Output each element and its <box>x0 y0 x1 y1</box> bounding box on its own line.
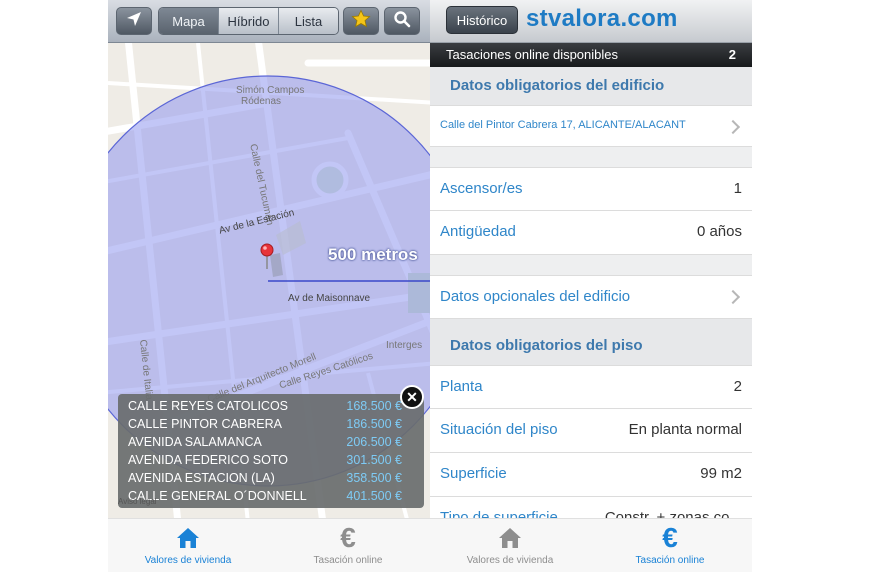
search-icon <box>393 10 411 33</box>
segment-map[interactable]: Mapa <box>159 8 218 34</box>
form-toolbar: Histórico stvalora.com <box>430 0 752 43</box>
tab-tasacion-online[interactable]: € Tasación online <box>268 519 428 572</box>
euro-icon: € <box>662 522 678 553</box>
map-toolbar: Mapa Híbrido Lista <box>108 0 430 43</box>
row-label: Ascensor/es <box>440 180 523 197</box>
elevators-row[interactable]: Ascensor/es 1 <box>430 167 752 211</box>
tab-bar: Valores de vivienda € Tasación online <box>108 518 430 572</box>
surface-row[interactable]: Superficie 99 m2 <box>430 453 752 497</box>
map-label-simon-campos-1: Simón Campos <box>236 85 305 96</box>
street-row[interactable]: AVENIDA SALAMANCA 206.500 € <box>128 435 414 453</box>
group-gap <box>430 255 752 275</box>
street-row[interactable]: CALLE GENERAL O´DONNELL 401.500 € <box>128 489 414 507</box>
available-valuations-label: Tasaciones online disponibles <box>446 47 619 62</box>
street-name: CALLE REYES CATOLICOS <box>128 399 289 413</box>
tab-label: Valores de vivienda <box>144 555 232 566</box>
tab-bar: Valores de vivienda € Tasación online <box>430 518 752 572</box>
street-price: 186.500 € <box>346 417 402 431</box>
floor-situation-row[interactable]: Situación del piso En planta normal <box>430 409 752 453</box>
home-icon <box>174 524 202 552</box>
section-title: Datos obligatorios del piso <box>450 337 643 354</box>
map-label-simon-campos-2: Ródenas <box>241 96 282 107</box>
euro-icon: € <box>340 522 356 553</box>
star-icon <box>351 9 371 34</box>
tab-label: Tasación online <box>635 555 705 566</box>
floor-row[interactable]: Planta 2 <box>430 365 752 409</box>
address-text: Calle del Pintor Cabrera 17, ALICANTE/AL… <box>440 119 686 131</box>
tab-label: Tasación online <box>313 555 383 566</box>
row-value: 2 <box>733 378 742 395</box>
radius-label: 500 metros <box>328 245 418 264</box>
row-value: 99 m2 <box>700 465 742 482</box>
section-header-building: Datos obligatorios del edificio <box>430 67 752 105</box>
app-logo: stvalora.com <box>526 5 678 32</box>
optional-building-data-row[interactable]: Datos opcionales del edificio <box>430 275 752 319</box>
street-row[interactable]: CALLE PINTOR CABRERA 186.500 € <box>128 417 414 435</box>
segment-hybrid[interactable]: Híbrido <box>218 8 278 34</box>
row-label: Datos opcionales del edificio <box>440 288 631 305</box>
street-name: AVENIDA FEDERICO SOTO <box>128 453 288 467</box>
street-row[interactable]: CALLE REYES CATOLICOS 168.500 € <box>128 399 414 417</box>
street-row[interactable]: AVENIDA FEDERICO SOTO 301.500 € <box>128 453 414 471</box>
row-value: 0 años <box>696 223 742 240</box>
street-name: AVENIDA ESTACION (LA) <box>128 471 275 485</box>
address-row[interactable]: Calle del Pintor Cabrera 17, ALICANTE/AL… <box>430 105 752 147</box>
row-label: Superficie <box>440 465 507 482</box>
map-type-segmented-control: Mapa Híbrido Lista <box>158 7 339 35</box>
row-label: Situación del piso <box>440 421 558 438</box>
street-price: 301.500 € <box>346 453 402 467</box>
street-name: CALLE PINTOR CABRERA <box>128 417 282 431</box>
available-valuations-count: 2 <box>728 47 736 62</box>
tab-valores-vivienda[interactable]: Valores de vivienda <box>108 519 268 572</box>
group-gap <box>430 147 752 167</box>
row-label: Planta <box>440 378 483 395</box>
street-price: 401.500 € <box>346 489 402 503</box>
street-name: AVENIDA SALAMANCA <box>128 435 262 449</box>
row-value: 1 <box>733 180 742 197</box>
street-price: 206.500 € <box>346 435 402 449</box>
street-price: 358.500 € <box>346 471 402 485</box>
row-value: En planta normal <box>628 421 742 438</box>
location-arrow-icon <box>125 10 143 33</box>
favorites-button[interactable] <box>343 7 379 35</box>
map-label-maisonnave: Av de Maisonnave <box>288 293 371 304</box>
valuation-form-screen: Histórico stvalora.com Tasaciones online… <box>430 0 752 572</box>
section-header-apartment: Datos obligatorios del piso <box>430 319 752 365</box>
section-title: Datos obligatorios del edificio <box>450 77 665 94</box>
map-screen: Mapa Híbrido Lista Simón Campos Ródenas … <box>108 0 430 572</box>
locate-button[interactable] <box>116 7 152 35</box>
close-icon: ✕ <box>406 388 418 405</box>
map-label-intergest: Interges <box>386 340 423 351</box>
chevron-right-icon <box>725 289 741 305</box>
close-popup-button[interactable]: ✕ <box>400 385 424 409</box>
row-label: Antigüedad <box>440 223 516 240</box>
chevron-right-icon <box>725 119 741 135</box>
history-button[interactable]: Histórico <box>446 6 518 34</box>
available-valuations-bar: Tasaciones online disponibles 2 <box>430 43 752 67</box>
map-pin-icon[interactable] <box>260 243 274 269</box>
street-row[interactable]: AVENIDA ESTACION (LA) 358.500 € <box>128 471 414 489</box>
home-icon <box>496 524 524 552</box>
age-row[interactable]: Antigüedad 0 años <box>430 211 752 255</box>
street-price: 168.500 € <box>346 399 402 413</box>
tab-label: Valores de vivienda <box>466 555 554 566</box>
tab-valores-vivienda[interactable]: Valores de vivienda <box>430 519 590 572</box>
tab-tasacion-online[interactable]: € Tasación online <box>590 519 750 572</box>
streets-popup: CALLE REYES CATOLICOS 168.500 € CALLE PI… <box>118 394 424 508</box>
segment-list[interactable]: Lista <box>278 8 338 34</box>
legal-link[interactable]: Aviso legal <box>118 497 157 506</box>
search-button[interactable] <box>384 7 420 35</box>
